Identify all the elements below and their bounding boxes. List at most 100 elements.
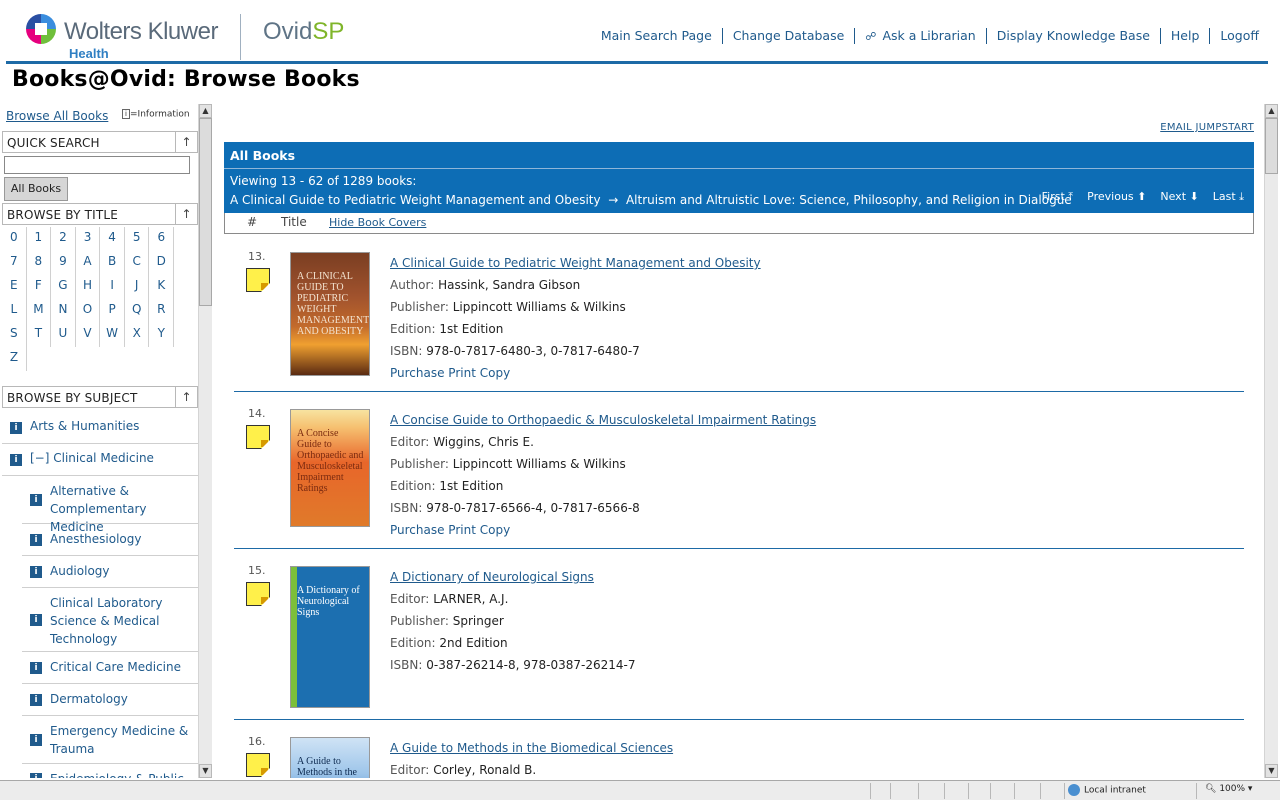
title-letter-8[interactable]: 8 — [27, 251, 52, 275]
subject-item[interactable]: i Dermatology — [22, 684, 198, 716]
title-letter-t[interactable]: T — [27, 323, 52, 347]
title-letter-3[interactable]: 3 — [76, 227, 101, 251]
title-letter-y[interactable]: Y — [149, 323, 175, 347]
subject-label[interactable]: Critical Care Medicine — [22, 652, 190, 676]
title-letter-n[interactable]: N — [51, 299, 76, 323]
title-letter-a[interactable]: A — [76, 251, 101, 275]
title-letter-d[interactable]: D — [149, 251, 175, 275]
nav-logoff[interactable]: Logoff — [1209, 28, 1259, 44]
title-letter-k[interactable]: K — [149, 275, 175, 299]
collapse-up-icon[interactable]: ↑ — [175, 204, 197, 224]
quick-search-input[interactable] — [4, 156, 190, 174]
collapse-up-icon[interactable]: ↑ — [175, 132, 197, 152]
info-icon[interactable]: i — [30, 773, 42, 778]
scroll-thumb[interactable] — [199, 118, 212, 306]
sticky-note-icon[interactable] — [246, 268, 270, 292]
scroll-up-arrow-icon[interactable]: ▲ — [199, 104, 212, 118]
scroll-down-arrow-icon[interactable]: ▼ — [1265, 764, 1278, 778]
subject-label[interactable]: [−] Clinical Medicine — [2, 444, 192, 465]
subject-item[interactable]: i Emergency Medicine & Trauma — [22, 716, 198, 764]
hide-book-covers-link[interactable]: Hide Book Covers — [329, 216, 426, 229]
pager-previous[interactable]: Previous ⬆ — [1087, 190, 1146, 204]
title-letter-x[interactable]: X — [125, 323, 150, 347]
subject-item[interactable]: i Arts & Humanities — [2, 412, 198, 444]
title-letter-7[interactable]: 7 — [2, 251, 27, 275]
title-letter-c[interactable]: C — [125, 251, 150, 275]
title-letter-o[interactable]: O — [76, 299, 101, 323]
sidebar-scrollbar[interactable]: ▲ ▼ — [198, 104, 212, 778]
title-letter-g[interactable]: G — [51, 275, 76, 299]
title-letter-6[interactable]: 6 — [149, 227, 175, 251]
pager-next[interactable]: Next ⬇ — [1160, 190, 1198, 204]
book-cover[interactable]: A Dictionary of Neurological Signs — [290, 566, 370, 708]
title-letter-e[interactable]: E — [2, 275, 27, 299]
info-icon[interactable]: i — [30, 494, 42, 506]
book-cover[interactable]: A Guide to Methods in the Biomedical Sci… — [290, 737, 370, 778]
title-letter-9[interactable]: 9 — [51, 251, 76, 275]
nav-change-database[interactable]: Change Database — [721, 28, 854, 44]
sticky-note-icon[interactable] — [246, 425, 270, 449]
title-letter-2[interactable]: 2 — [51, 227, 76, 251]
info-icon[interactable]: i — [10, 422, 22, 434]
title-letter-u[interactable]: U — [51, 323, 76, 347]
pager-first[interactable]: First ⤒ — [1042, 190, 1074, 204]
title-letter-m[interactable]: M — [27, 299, 52, 323]
subject-item[interactable]: i [−] Clinical Medicine — [2, 444, 198, 476]
subject-item[interactable]: i Anesthesiology — [22, 524, 198, 556]
subject-label[interactable]: Emergency Medicine & Trauma — [22, 716, 190, 758]
title-letter-i[interactable]: I — [100, 275, 125, 299]
subject-item[interactable]: i Clinical Laboratory Science & Medical T… — [22, 588, 198, 652]
nav-display-knowledge-base[interactable]: Display Knowledge Base — [985, 28, 1160, 44]
subject-item[interactable]: iEpidemiology & Public — [22, 764, 198, 778]
title-letter-f[interactable]: F — [27, 275, 52, 299]
purchase-print-copy-link[interactable]: Purchase Print Copy — [390, 366, 510, 380]
title-letter-p[interactable]: P — [100, 299, 125, 323]
title-letter-z[interactable]: Z — [2, 347, 27, 371]
book-cover[interactable]: A CLINICAL GUIDE TO PEDIATRIC WEIGHT MAN… — [290, 252, 370, 376]
nav-ask-a-librarian[interactable]: ☍ Ask a Librarian — [854, 28, 985, 44]
subject-item[interactable]: i Critical Care Medicine — [22, 652, 198, 684]
subject-label[interactable]: Audiology — [22, 556, 190, 580]
title-letter-q[interactable]: Q — [125, 299, 150, 323]
nav-main-search-page[interactable]: Main Search Page — [591, 28, 722, 44]
title-letter-1[interactable]: 1 — [27, 227, 52, 251]
info-icon[interactable]: i — [30, 614, 42, 626]
title-letter-5[interactable]: 5 — [125, 227, 150, 251]
subject-label[interactable]: Anesthesiology — [22, 524, 190, 548]
info-icon[interactable]: i — [10, 454, 22, 466]
sticky-note-icon[interactable] — [246, 582, 270, 606]
book-title-link[interactable]: A Dictionary of Neurological Signs — [390, 570, 635, 584]
subject-label[interactable]: Epidemiology & Public — [22, 764, 190, 778]
title-letter-0[interactable]: 0 — [2, 227, 27, 251]
subject-label[interactable]: Arts & Humanities — [2, 412, 192, 433]
title-letter-4[interactable]: 4 — [100, 227, 125, 251]
info-icon[interactable]: i — [30, 566, 42, 578]
title-letter-j[interactable]: J — [125, 275, 150, 299]
info-icon[interactable]: i — [30, 694, 42, 706]
subject-label[interactable]: Clinical Laboratory Science & Medical Te… — [22, 588, 190, 648]
info-icon[interactable]: i — [30, 734, 42, 746]
book-cover[interactable]: A Concise Guide to Orthopaedic and Muscu… — [290, 409, 370, 527]
title-letter-s[interactable]: S — [2, 323, 27, 347]
pager-last[interactable]: Last ⤓ — [1213, 190, 1244, 204]
all-books-button[interactable]: All Books — [4, 177, 68, 201]
subject-item[interactable]: i Audiology — [22, 556, 198, 588]
nav-help[interactable]: Help — [1159, 28, 1210, 44]
collapse-up-icon[interactable]: ↑ — [175, 387, 197, 407]
zoom-level[interactable]: 🔍︎ 100% ▾ — [1205, 784, 1252, 794]
title-letter-r[interactable]: R — [149, 299, 175, 323]
info-icon[interactable]: i — [30, 534, 42, 546]
title-letter-v[interactable]: V — [76, 323, 101, 347]
title-letter-h[interactable]: H — [76, 275, 101, 299]
book-title-link[interactable]: A Guide to Methods in the Biomedical Sci… — [390, 741, 673, 755]
sticky-note-icon[interactable] — [246, 753, 270, 777]
purchase-print-copy-link[interactable]: Purchase Print Copy — [390, 523, 510, 537]
book-title-link[interactable]: A Concise Guide to Orthopaedic & Musculo… — [390, 413, 816, 427]
book-title-link[interactable]: A Clinical Guide to Pediatric Weight Man… — [390, 256, 761, 270]
browse-all-books-link[interactable]: Browse All Books — [6, 109, 108, 123]
subject-label[interactable]: Dermatology — [22, 684, 190, 708]
scroll-thumb[interactable] — [1265, 118, 1278, 174]
title-letter-l[interactable]: L — [2, 299, 27, 323]
email-jumpstart-link[interactable]: EMAIL JUMPSTART — [1160, 122, 1254, 133]
scroll-up-arrow-icon[interactable]: ▲ — [1265, 104, 1278, 118]
